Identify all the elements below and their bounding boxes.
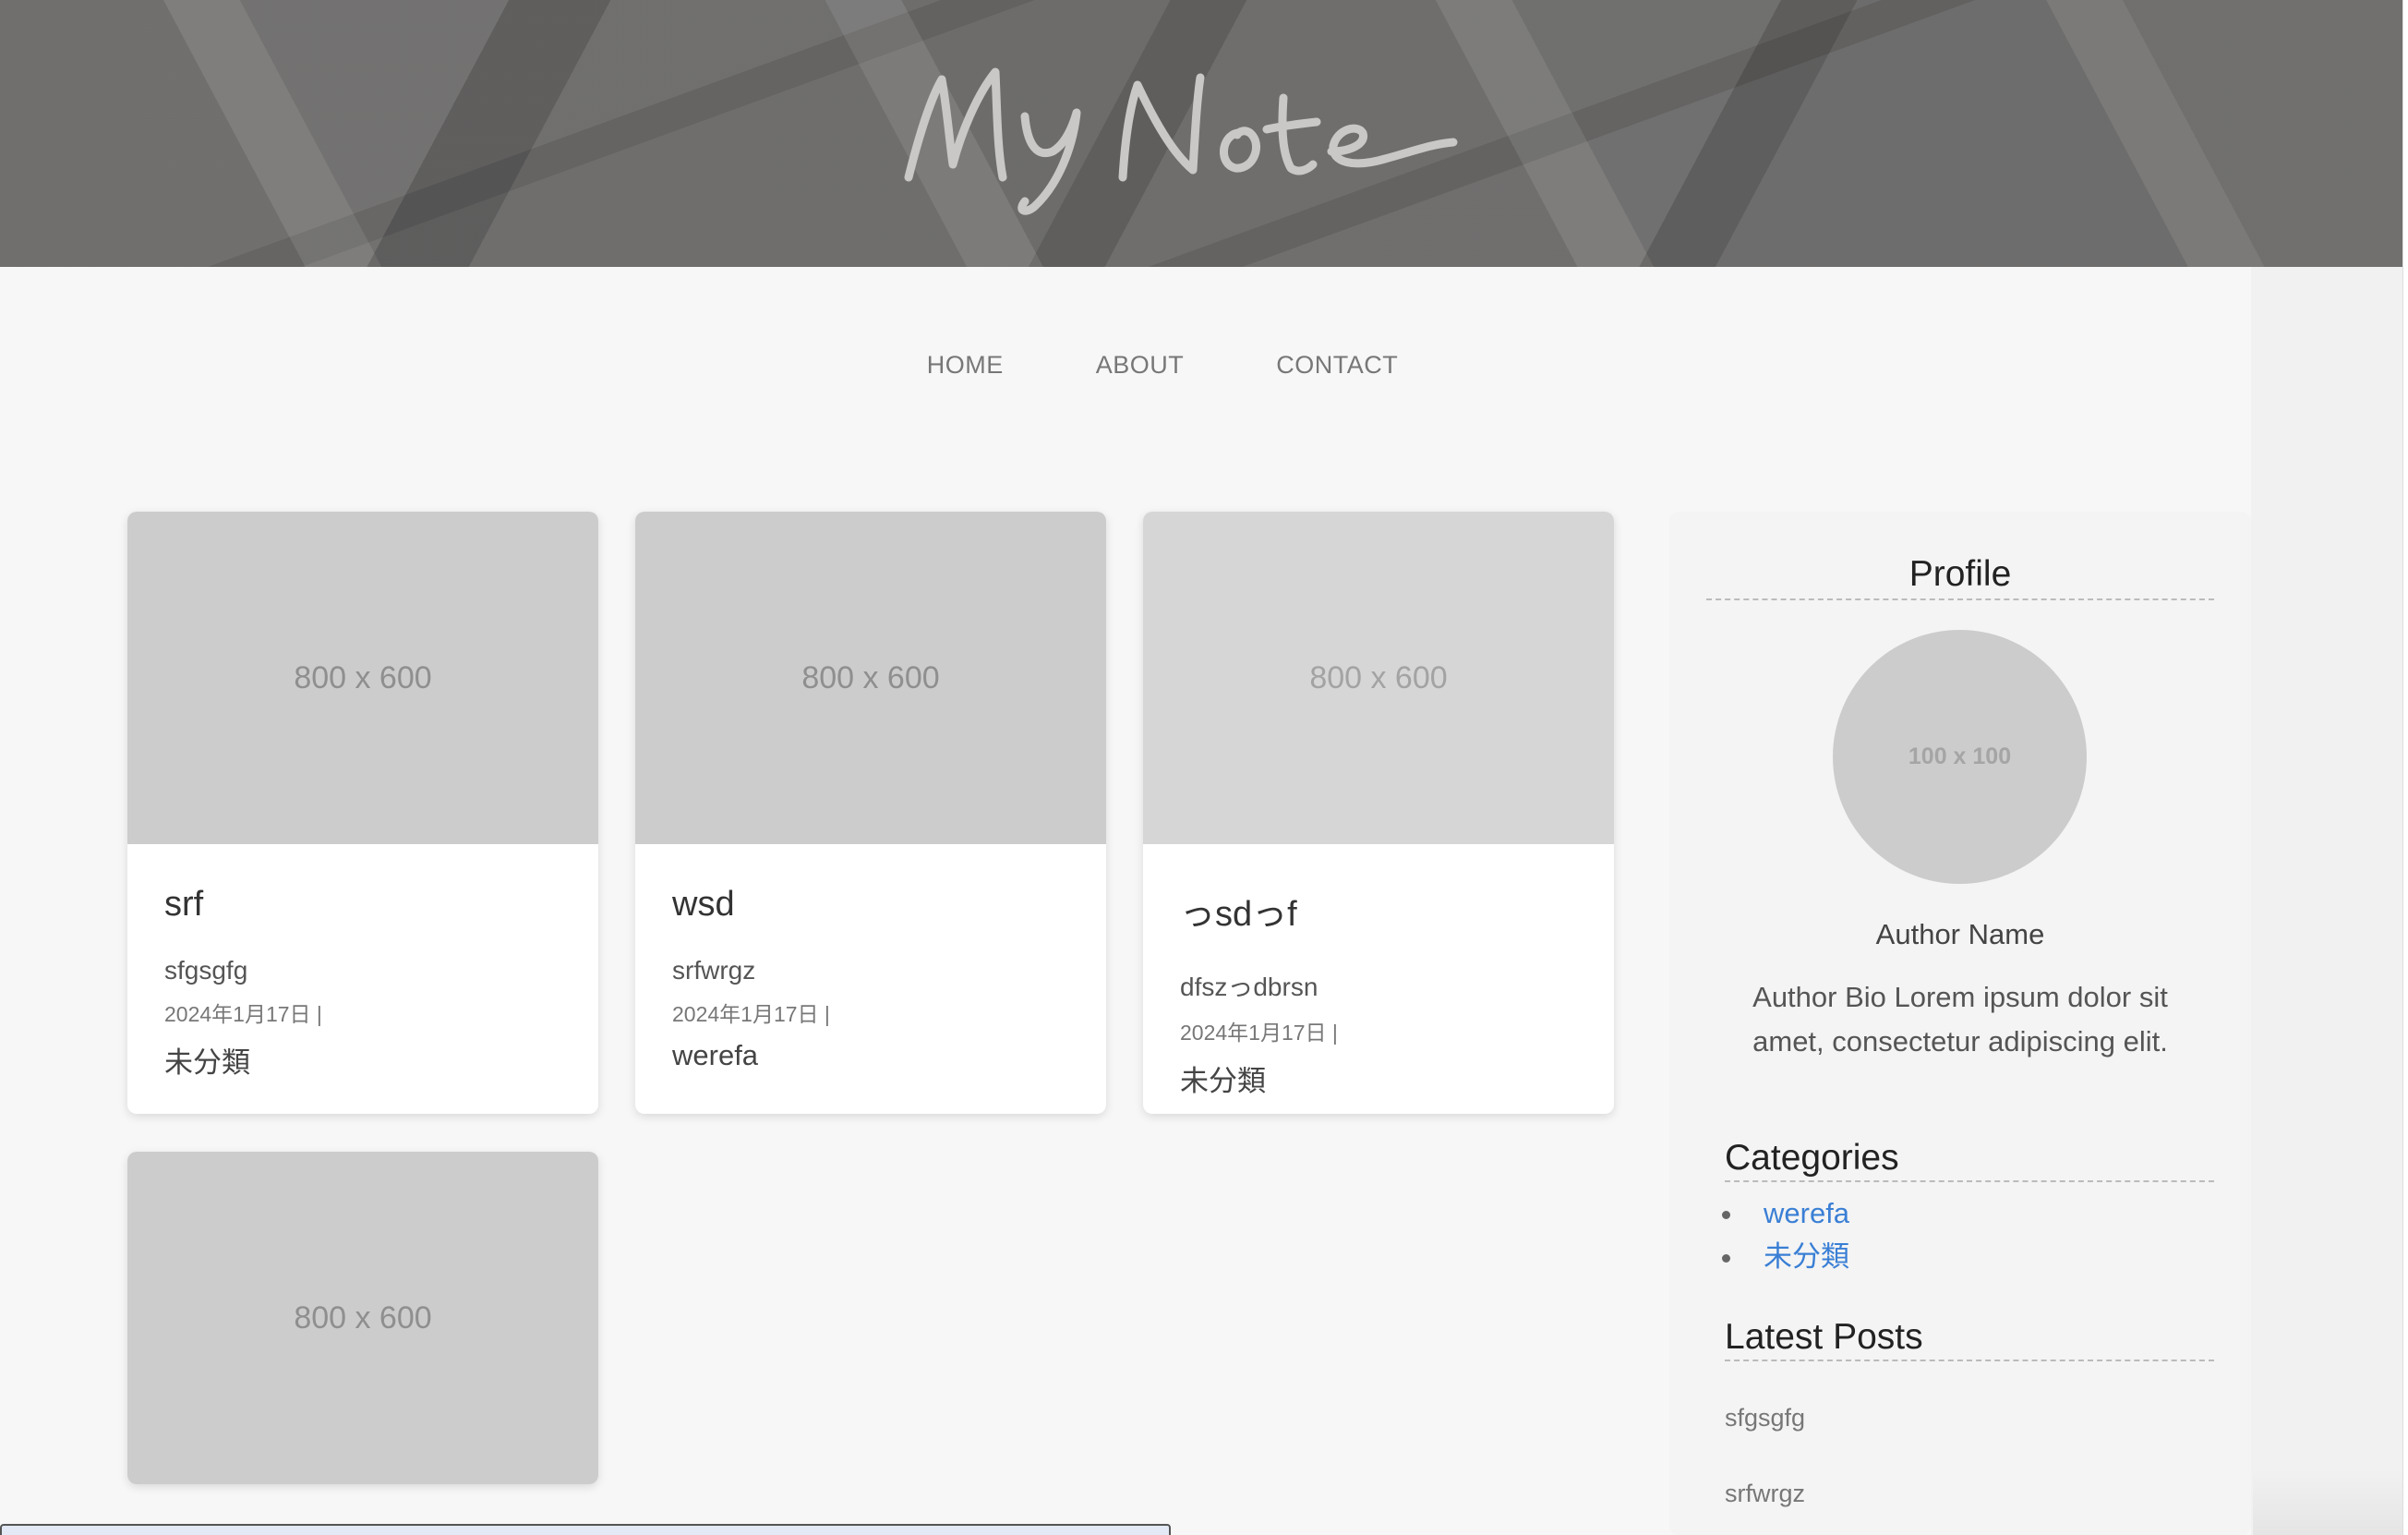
post-excerpt: dfszっdbrsn <box>1180 973 1318 1001</box>
list-item: 未分類 <box>1745 1235 1849 1278</box>
page-right-gutter <box>2251 267 2402 1535</box>
corner-shadow <box>2253 1469 2402 1535</box>
author-name: Author Name <box>1875 918 2045 950</box>
post-card[interactable]: 800 x 600 <box>127 1152 598 1484</box>
post-title[interactable]: wsd <box>672 885 1069 925</box>
nav-home[interactable]: HOME <box>881 351 1050 380</box>
post-date: 2024年1月17日 | <box>672 1002 830 1026</box>
sidebar: Profile 100 x 100 Author Name Author Bio… <box>1669 512 2251 1535</box>
post-card[interactable]: 800 x 600 っsdっf dfszっdbrsn 2024年1月17日 | … <box>1143 512 1614 1114</box>
site-header <box>0 0 2402 267</box>
main-nav: HOME ABOUT CONTACT <box>0 351 2325 380</box>
post-category[interactable]: 未分類 <box>1180 1058 1577 1099</box>
bottom-panel-edge <box>0 1524 1171 1535</box>
post-thumbnail[interactable]: 800 x 600 <box>127 1152 598 1484</box>
post-date: 2024年1月17日 | <box>1180 1021 1338 1045</box>
post-category[interactable]: werefa <box>672 1039 1069 1072</box>
post-category[interactable]: 未分類 <box>164 1039 561 1081</box>
post-title[interactable]: srf <box>164 885 561 925</box>
latest-post-link[interactable]: srfwrgz <box>1725 1480 1805 1508</box>
list-item: werefa <box>1745 1191 1849 1235</box>
post-title[interactable]: っsdっf <box>1180 885 1577 936</box>
post-date: 2024年1月17日 | <box>164 1002 322 1026</box>
author-bio: Author Bio Lorem ipsum dolor sit amet, c… <box>1752 981 2168 1058</box>
category-link-werefa[interactable]: werefa <box>1764 1197 1849 1229</box>
post-thumbnail[interactable]: 800 x 600 <box>635 512 1106 844</box>
latest-post-link[interactable]: sfgsgfg <box>1725 1404 1805 1432</box>
post-thumbnail[interactable]: 800 x 600 <box>1143 512 1614 844</box>
post-card[interactable]: 800 x 600 srf sfgsgfg 2024年1月17日 | 未分類 <box>127 512 598 1114</box>
nav-contact[interactable]: CONTACT <box>1230 351 1444 380</box>
post-thumbnail[interactable]: 800 x 600 <box>127 512 598 844</box>
avatar: 100 x 100 <box>1833 630 2087 884</box>
post-excerpt: sfgsgfg <box>164 956 248 985</box>
post-excerpt: srfwrgz <box>672 956 756 985</box>
site-logo[interactable] <box>896 55 1468 222</box>
window-edge <box>2402 0 2408 1535</box>
category-link-uncategorized[interactable]: 未分類 <box>1764 1240 1849 1273</box>
profile-title: Profile <box>1706 554 2214 600</box>
post-card[interactable]: 800 x 600 wsd srfwrgz 2024年1月17日 | weref… <box>635 512 1106 1114</box>
latest-posts-title: Latest Posts <box>1725 1317 2214 1361</box>
nav-about[interactable]: ABOUT <box>1050 351 1231 380</box>
categories-title: Categories <box>1725 1138 2214 1182</box>
categories-list: werefa 未分類 <box>1745 1191 1849 1278</box>
